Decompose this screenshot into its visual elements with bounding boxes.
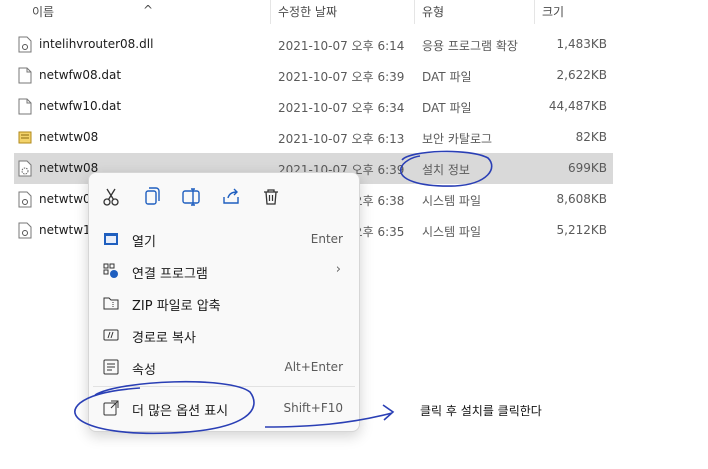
menu-item-copy-path[interactable]: 경로로 복사 [93,320,355,350]
copy-path-icon [103,329,119,341]
column-divider[interactable] [270,0,271,24]
file-row[interactable]: netwfw10.dat 2021-10-07 오후 6:34 DAT 파일 4… [14,91,613,122]
cut-icon[interactable] [99,185,123,209]
file-size: 82KB [575,130,607,144]
more-options-icon [103,400,119,416]
dll-file-icon [18,36,32,53]
menu-item-properties[interactable]: 속성 Alt+Enter [93,352,355,382]
menu-item-open[interactable]: 열기 Enter [93,224,355,254]
menu-item-label: 열기 [132,235,156,250]
menu-item-shortcut: Enter [310,232,343,246]
file-type: 설치 정보 [422,163,470,177]
file-type: 시스템 파일 [422,194,482,208]
file-size: 1,483KB [556,37,607,51]
catalog-file-icon [18,131,32,144]
menu-item-label: ZIP 파일로 압축 [132,299,221,314]
delete-icon[interactable] [259,185,283,209]
column-date[interactable]: 수정한 날짜 [278,3,337,20]
file-icon [18,67,32,84]
column-header: 이름 ^ 수정한 날짜 유형 크기 [0,0,615,24]
context-menu: 열기 Enter 연결 프로그램 › ZIP 파일로 압축 경로로 복사 속성 … [88,172,360,432]
column-name[interactable]: 이름 [32,3,54,20]
menu-item-shortcut: Shift+F10 [283,401,343,415]
file-date: 2021-10-07 오후 6:39 [278,70,405,84]
menu-item-label: 연결 프로그램 [132,267,208,282]
file-type: 보안 카탈로그 [422,132,493,146]
file-name: netwfw08.dat [39,68,122,82]
sys-file-icon [18,222,32,239]
file-row[interactable]: netwtw08 2021-10-07 오후 6:13 보안 카탈로그 82KB [14,122,613,153]
file-type: 시스템 파일 [422,225,482,239]
sys-file-icon [18,191,32,208]
zip-folder-icon [103,297,119,310]
properties-icon [103,359,119,375]
open-icon [104,233,118,245]
file-size: 5,212KB [556,223,607,237]
file-type: 응용 프로그램 확장 [422,39,518,53]
file-row[interactable]: netwfw08.dat 2021-10-07 오후 6:39 DAT 파일 2… [14,60,613,91]
menu-item-zip[interactable]: ZIP 파일로 압축 [93,288,355,318]
menu-item-more-options[interactable]: 더 많은 옵션 표시 Shift+F10 [93,393,355,423]
file-date: 2021-10-07 오후 6:13 [278,132,405,146]
file-date: 2021-10-07 오후 6:34 [278,101,405,115]
menu-item-shortcut: Alt+Enter [284,360,343,374]
open-with-icon [103,263,118,278]
annotation-note: 클릭 후 설치를 클릭한다 [420,404,542,418]
menu-item-open-with[interactable]: 연결 프로그램 › [93,256,355,286]
column-divider[interactable] [414,0,415,24]
rename-icon[interactable] [179,185,203,209]
file-type: DAT 파일 [422,70,472,84]
file-name: netwtw08 [39,130,99,144]
file-name: intelihvrouter08.dll [39,37,154,51]
column-divider[interactable] [534,0,535,24]
file-type: DAT 파일 [422,101,472,115]
file-row[interactable]: intelihvrouter08.dll 2021-10-07 오후 6:14 … [14,29,613,60]
sort-chevron-icon: ^ [143,3,154,17]
column-size[interactable]: 크기 [542,3,564,20]
file-size: 44,487KB [548,99,607,113]
file-name: netwfw10.dat [39,99,122,113]
file-size: 8,608KB [556,192,607,206]
setup-info-file-icon [18,160,32,177]
column-type[interactable]: 유형 [422,3,444,20]
copy-icon[interactable] [139,185,163,209]
chevron-right-icon: › [335,262,341,277]
menu-item-label: 더 많은 옵션 표시 [132,404,229,419]
file-size: 2,622KB [556,68,607,82]
file-icon [18,98,32,115]
menu-item-label: 경로로 복사 [132,331,196,346]
menu-divider [93,386,355,387]
file-date: 2021-10-07 오후 6:14 [278,39,405,53]
share-icon[interactable] [219,185,243,209]
file-name: netwtw08 [39,161,99,175]
menu-item-label: 속성 [132,363,156,378]
file-size: 699KB [567,161,607,175]
